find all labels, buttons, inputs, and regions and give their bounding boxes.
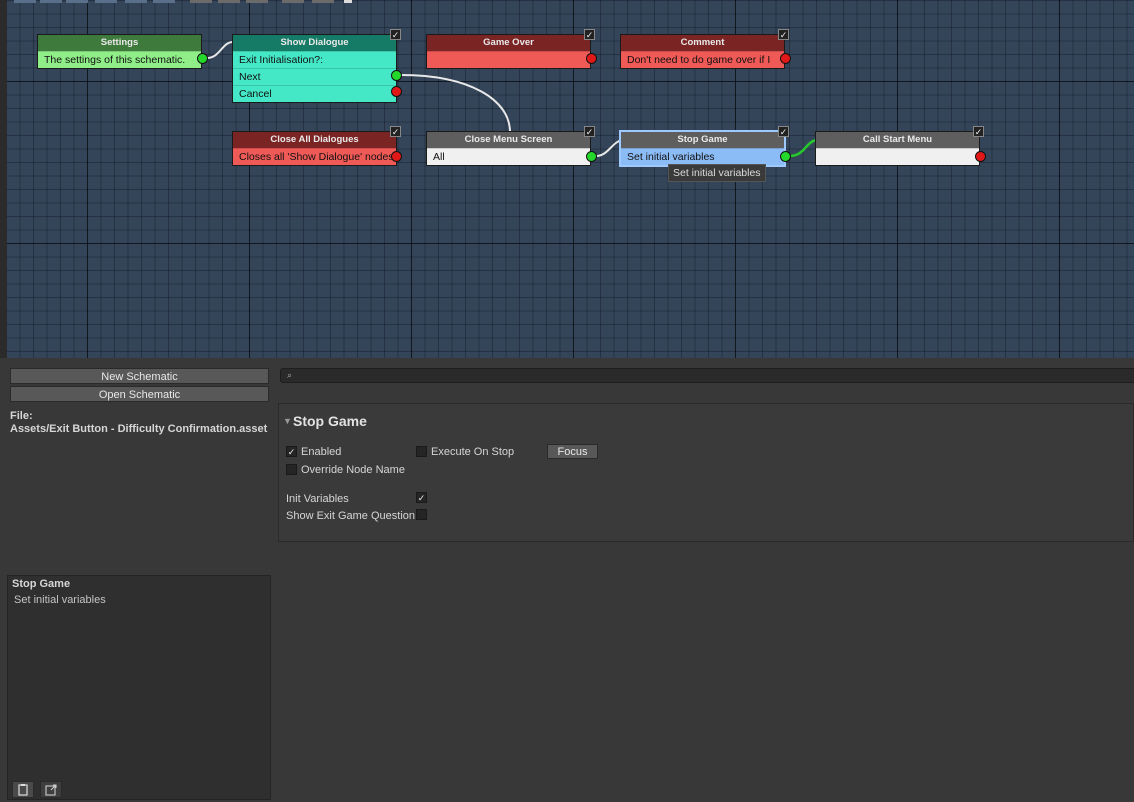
enabled-checkbox[interactable]: ✓: [286, 446, 297, 457]
node-row: Exit Initialisation?:: [233, 51, 396, 68]
node-row: All: [427, 148, 590, 165]
enable-checkbox[interactable]: ✓: [778, 126, 789, 137]
node-title: Call Start Menu: [816, 132, 979, 148]
execute-on-stop-label: Execute On Stop: [431, 446, 515, 458]
node-title: Settings: [38, 35, 201, 51]
new-schematic-button[interactable]: New Schematic: [10, 368, 269, 384]
collapse-arrow-icon[interactable]: ▼: [283, 416, 292, 426]
node-row: Don't need to do game over if I: [621, 51, 784, 68]
enable-checkbox[interactable]: ✓: [584, 29, 595, 40]
info-title: Stop Game: [12, 578, 71, 590]
node-row: Set initial variables: [621, 148, 784, 165]
node-row: [816, 148, 979, 165]
search-icon: ⌕: [287, 370, 293, 380]
node-close-all-dialogues[interactable]: Close All Dialogues Closes all 'Show Dia…: [232, 131, 397, 166]
left-panel: New Schematic Open Schematic File: Asset…: [0, 358, 274, 800]
output-port[interactable]: [586, 151, 597, 162]
enable-checkbox[interactable]: ✓: [973, 126, 984, 137]
search-input[interactable]: ⌕: [280, 368, 1134, 383]
init-variables-checkbox[interactable]: ✓: [416, 492, 427, 503]
clipboard-icon[interactable]: [12, 781, 34, 798]
enable-checkbox[interactable]: ✓: [390, 29, 401, 40]
node-game-over[interactable]: Game Over: [426, 34, 591, 69]
output-port[interactable]: [975, 151, 986, 162]
node-row: Closes all 'Show Dialogue' nodes: [233, 148, 396, 165]
init-variables-label: Init Variables: [286, 493, 349, 505]
execute-on-stop-checkbox[interactable]: [416, 446, 427, 457]
node-stop-game[interactable]: Stop Game Set initial variables: [620, 131, 785, 166]
enable-checkbox[interactable]: ✓: [390, 126, 401, 137]
output-port[interactable]: [391, 70, 402, 81]
focus-button[interactable]: Focus: [547, 444, 598, 459]
open-schematic-button[interactable]: Open Schematic: [10, 386, 269, 402]
wire-close-menu-to-stop-game: [595, 139, 623, 157]
node-show-dialogue[interactable]: Show Dialogue Exit Initialisation?: Next…: [232, 34, 397, 103]
node-graph-canvas[interactable]: Settings The settings of this schematic.…: [0, 0, 1134, 358]
node-title: Game Over: [427, 35, 590, 51]
info-text: Set initial variables: [14, 594, 106, 606]
node-close-menu-screen[interactable]: Close Menu Screen All: [426, 131, 591, 166]
node-title: Close Menu Screen: [427, 132, 590, 148]
file-label: File:: [10, 410, 33, 422]
node-title: Comment: [621, 35, 784, 51]
wire-stop-game-to-start-menu: [789, 138, 817, 158]
node-row: [427, 51, 590, 68]
output-port[interactable]: [780, 151, 791, 162]
open-external-icon[interactable]: [40, 781, 62, 798]
override-node-name-label: Override Node Name: [301, 464, 405, 476]
inspector-panel: ⌕ ▼ Stop Game ✓ Enabled Execute On Stop …: [274, 358, 1134, 800]
file-path: Assets/Exit Button - Difficulty Confirma…: [10, 423, 268, 435]
node-title: Stop Game: [621, 132, 784, 148]
enabled-label: Enabled: [301, 446, 342, 458]
node-call-start-menu[interactable]: Call Start Menu: [815, 131, 980, 166]
node-comment[interactable]: Comment Don't need to do game over if I: [620, 34, 785, 69]
show-exit-game-question-checkbox[interactable]: [416, 509, 427, 520]
enable-checkbox[interactable]: ✓: [584, 126, 595, 137]
override-node-name-checkbox[interactable]: [286, 464, 297, 475]
enable-checkbox[interactable]: ✓: [778, 29, 789, 40]
node-row: The settings of this schematic.: [38, 51, 201, 68]
output-port[interactable]: [780, 53, 791, 64]
node-title: Show Dialogue: [233, 35, 396, 51]
output-port[interactable]: [586, 53, 597, 64]
section-title: Stop Game: [293, 413, 367, 429]
output-port[interactable]: [391, 151, 402, 162]
output-port[interactable]: [197, 53, 208, 64]
wire-next-to-close-menu: [400, 74, 511, 133]
wire-settings-to-dialogue: [206, 41, 234, 59]
node-settings[interactable]: Settings The settings of this schematic.: [37, 34, 202, 69]
node-title: Close All Dialogues: [233, 132, 396, 148]
node-row: Next: [233, 68, 396, 85]
node-row: Cancel: [233, 85, 396, 102]
output-port[interactable]: [391, 86, 402, 97]
info-box: Stop Game Set initial variables: [7, 575, 271, 800]
show-exit-game-question-label: Show Exit Game Question: [286, 510, 416, 522]
node-tooltip: Set initial variables: [668, 164, 766, 182]
inspector-section: ▼ Stop Game ✓ Enabled Execute On Stop Fo…: [278, 403, 1134, 542]
